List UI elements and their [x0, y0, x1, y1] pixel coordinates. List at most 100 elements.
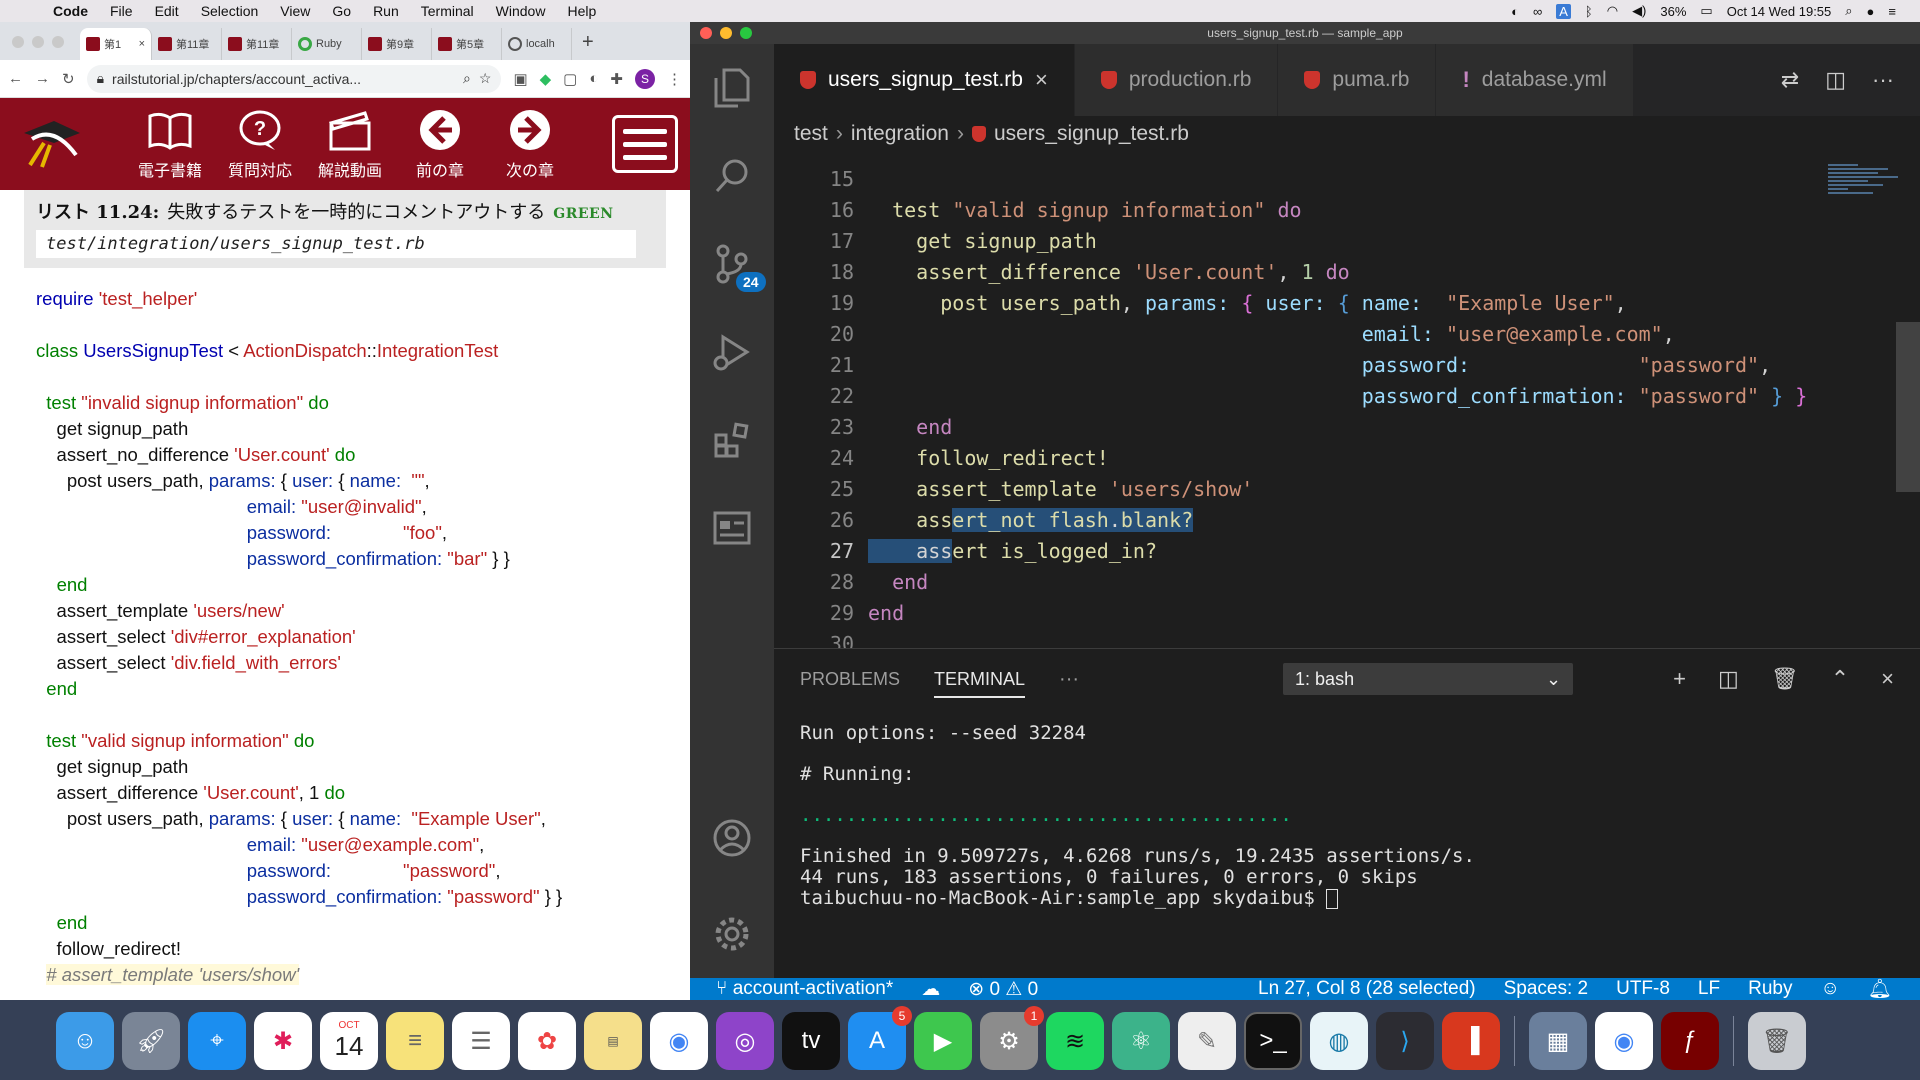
maximize-panel-icon[interactable]: ⌃	[1831, 666, 1849, 692]
forward-icon[interactable]: →	[35, 70, 50, 87]
chrome-icon[interactable]: ◉	[1595, 1012, 1653, 1070]
facetime-icon[interactable]: ▶	[914, 1012, 972, 1070]
menu-terminal[interactable]: Terminal	[410, 3, 485, 19]
menu-window[interactable]: Window	[485, 3, 557, 19]
lock-icon[interactable]: 🔒︎	[97, 70, 104, 87]
textedit-icon[interactable]: ✎	[1178, 1012, 1236, 1070]
close-tab-icon[interactable]: ×	[1035, 67, 1048, 93]
trash-icon[interactable]: 🗑︎	[1748, 1012, 1806, 1070]
terminal-select[interactable]: 1: bash ⌄	[1283, 663, 1574, 695]
profile-avatar[interactable]: S	[635, 68, 655, 89]
extension-icon[interactable]: ▢	[563, 70, 577, 88]
open-changes-icon[interactable]: ⇄	[1781, 67, 1799, 93]
menu-run[interactable]: Run	[362, 3, 410, 19]
browser-tab[interactable]: 第1 ×	[80, 28, 152, 60]
launchpad-icon[interactable]: 🚀︎	[122, 1012, 180, 1070]
zoom-window-button[interactable]	[740, 27, 752, 39]
battery-icon[interactable]: ▭	[1700, 3, 1712, 19]
explorer-icon[interactable]	[690, 44, 774, 132]
photos-icon[interactable]: ✿	[518, 1012, 576, 1070]
source-control-icon[interactable]: 24	[690, 220, 774, 308]
tab-problems[interactable]: PROBLEMS	[800, 669, 900, 690]
menu-selection[interactable]: Selection	[190, 3, 270, 19]
tab-puma[interactable]: puma.rb	[1278, 44, 1437, 116]
bluetooth-icon[interactable]: ᛒ	[1585, 4, 1593, 19]
apple-tv-icon[interactable]: tv	[782, 1012, 840, 1070]
browser-tab[interactable]: Ruby	[292, 28, 362, 60]
atom-icon[interactable]: ⚛	[1112, 1012, 1170, 1070]
minimize-window-button[interactable]	[32, 36, 44, 48]
code-editor[interactable]: 15 16 17 18 19 20 21 22 23 24 25 26 27 2…	[774, 152, 1920, 648]
app-store-icon[interactable]: A5	[848, 1006, 912, 1070]
menu-app-name[interactable]: Code	[42, 3, 99, 19]
finder-icon[interactable]: ☺	[56, 1012, 114, 1070]
close-window-button[interactable]	[700, 27, 712, 39]
extension-icon[interactable]: ◐	[589, 70, 598, 87]
editor-scrollbar[interactable]	[1896, 322, 1920, 492]
panel-more-icon[interactable]: ···	[1059, 668, 1079, 691]
extension-icon[interactable]: ▣	[513, 70, 527, 88]
notes-icon[interactable]: ≡	[386, 1012, 444, 1070]
tab-database-yml[interactable]: ! database.yml	[1436, 44, 1634, 116]
menu-edit[interactable]: Edit	[144, 3, 190, 19]
close-tab-icon[interactable]: ×	[139, 38, 145, 50]
breadcrumb-item[interactable]: users_signup_test.rb	[994, 122, 1189, 146]
close-panel-icon[interactable]: ×	[1881, 666, 1894, 692]
tab-terminal[interactable]: TERMINAL	[934, 661, 1026, 698]
zoom-window-button[interactable]	[52, 36, 64, 48]
glasses-icon[interactable]: ∞	[1533, 4, 1542, 19]
new-terminal-icon[interactable]: +	[1673, 666, 1686, 692]
browser-tab[interactable]: 第9章	[362, 28, 432, 60]
terminal-icon[interactable]: >_	[1244, 1012, 1302, 1070]
indentation[interactable]: Spaces: 2	[1504, 978, 1589, 1000]
spotify-icon[interactable]: ≋	[1046, 1012, 1104, 1070]
menu-go[interactable]: Go	[321, 3, 362, 19]
search-icon[interactable]	[690, 132, 774, 220]
more-menu-icon[interactable]: ⋮	[667, 70, 682, 88]
sync-cloud-icon[interactable]: ☁	[921, 978, 940, 1001]
menu-file[interactable]: File	[99, 3, 144, 19]
address-bar[interactable]: 🔒︎ railstutorial.jp/chapters/account_act…	[86, 64, 502, 93]
chrome-icon[interactable]: ◉	[650, 1012, 708, 1070]
menu-view[interactable]: View	[269, 3, 321, 19]
problems-status[interactable]: ⊗ 0 ⚠ 0	[968, 978, 1038, 1001]
more-actions-icon[interactable]: ···	[1872, 67, 1894, 93]
new-tab-button[interactable]: +	[572, 31, 604, 60]
back-icon[interactable]: ←	[8, 70, 23, 87]
split-editor-icon[interactable]: ◫	[1825, 67, 1846, 93]
flash-icon[interactable]: ƒ	[1661, 1012, 1719, 1070]
settings-gear-icon[interactable]	[690, 890, 774, 978]
sync-icon[interactable]: ◐	[1511, 4, 1519, 19]
bookmark-star-icon[interactable]: ☆	[479, 70, 492, 87]
control-center-icon[interactable]: ≡	[1888, 4, 1896, 19]
safari-icon[interactable]: ⌖	[188, 1012, 246, 1070]
wifi-icon[interactable]: ◠	[1607, 3, 1618, 19]
git-branch[interactable]: ⑂ account-activation*	[716, 978, 893, 1000]
vscode-icon[interactable]: ⟩	[1376, 1012, 1434, 1070]
extensions-icon[interactable]	[690, 396, 774, 484]
menu-help[interactable]: Help	[556, 3, 607, 19]
minimap[interactable]	[1828, 164, 1908, 224]
notifications-bell-icon[interactable]: 🔔︎	[1868, 977, 1892, 1000]
zoom-icon[interactable]: ⌕	[463, 70, 471, 87]
evernote-icon[interactable]: ◆	[540, 70, 552, 88]
tab-users-signup-test[interactable]: users_signup_test.rb ×	[774, 44, 1075, 116]
breadcrumb-item[interactable]: test	[794, 122, 828, 146]
cyberduck-icon[interactable]: ◍	[1310, 1012, 1368, 1070]
run-debug-icon[interactable]	[690, 308, 774, 396]
nav-ebook[interactable]: 電子書籍	[132, 107, 208, 181]
nav-next-chapter[interactable]: 次の章	[492, 107, 568, 181]
browser-tab[interactable]: 第11章	[222, 28, 292, 60]
railstutorial-logo-icon[interactable]	[12, 109, 92, 179]
reload-icon[interactable]: ↻	[62, 70, 75, 88]
office-icon[interactable]: ▐	[1442, 1012, 1500, 1070]
code-text[interactable]: test "valid signup information" do get s…	[868, 164, 1807, 629]
input-source-icon[interactable]: A	[1556, 3, 1571, 19]
split-terminal-icon[interactable]: ◫	[1718, 666, 1739, 692]
browser-tab[interactable]: 第11章	[152, 28, 222, 60]
language-mode[interactable]: Ruby	[1748, 978, 1792, 1000]
slack-icon[interactable]: ✱	[254, 1012, 312, 1070]
remote-explorer-icon[interactable]	[690, 484, 774, 572]
podcasts-icon[interactable]: ◎	[716, 1012, 774, 1070]
browser-tab[interactable]: localh	[502, 28, 572, 60]
